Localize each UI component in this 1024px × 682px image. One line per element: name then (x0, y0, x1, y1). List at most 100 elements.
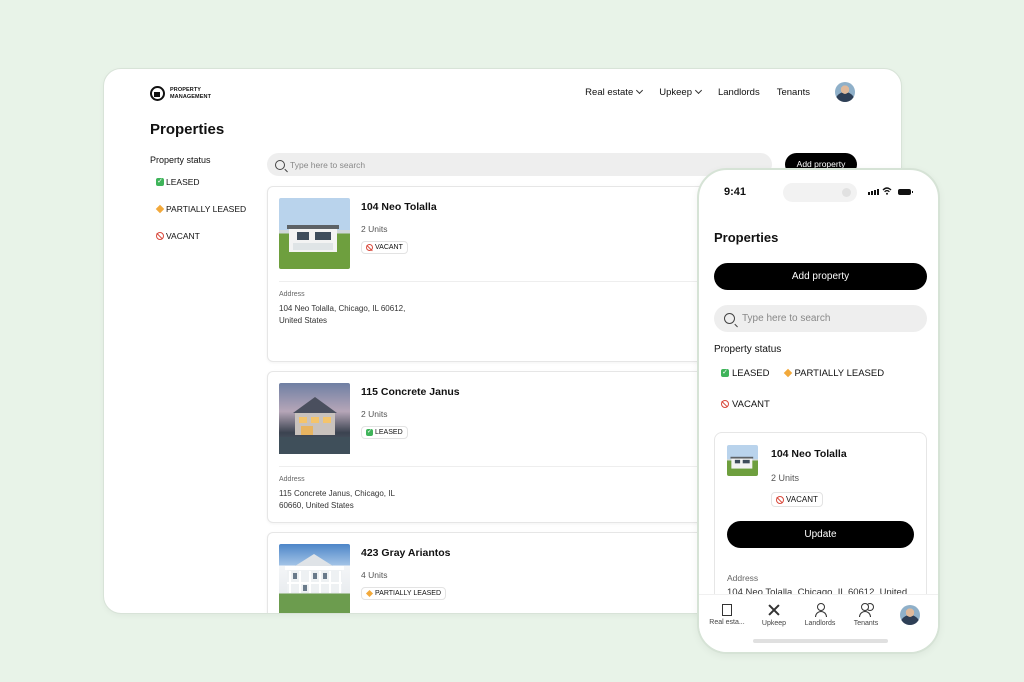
person-icon (813, 603, 827, 617)
search-bar[interactable] (267, 153, 772, 176)
status-badge-label: PARTIALLY LEASED (375, 590, 442, 597)
chevron-down-icon (694, 86, 703, 95)
status-badge: VACANT (771, 492, 823, 507)
nav-tenants-label: Tenants (776, 86, 810, 98)
signal-icon (868, 189, 879, 195)
property-name[interactable]: 104 Neo Tolalla (771, 448, 847, 460)
filter-leased[interactable]: ✓ LEASED (156, 177, 246, 187)
divider (279, 466, 736, 467)
filter-partially-leased[interactable]: PARTIALLY LEASED (155, 204, 247, 214)
tab-landlords[interactable]: Landlords (798, 603, 842, 627)
top-navigation-bar: PROPERTY MANAGEMENT Real estate Upkeep L… (104, 69, 901, 121)
tools-icon (767, 603, 781, 617)
address-label: Address (727, 573, 759, 583)
property-units: 2 Units (771, 473, 800, 483)
property-name[interactable]: 115 Concrete Janus (361, 386, 460, 398)
main-nav: Real estate Upkeep Landlords Tenants (568, 82, 855, 102)
search-input[interactable] (290, 159, 590, 170)
filter-vacant-label: VACANT (732, 398, 770, 410)
nav-landlords[interactable]: Landlords (718, 87, 760, 98)
address-value: 115 Concrete Janus, Chicago, IL 60660, U… (279, 489, 395, 510)
no-entry-icon (366, 244, 373, 251)
property-name[interactable]: 104 Neo Tolalla (361, 201, 437, 213)
nav-upkeep[interactable]: Upkeep (659, 86, 703, 98)
check-icon: ✓ (366, 429, 373, 436)
diamond-icon (155, 204, 165, 214)
filter-vacant[interactable]: VACANT (721, 398, 770, 410)
people-icon (859, 603, 873, 617)
page-title: Properties (150, 121, 225, 138)
filter-leased-label: LEASED (732, 367, 770, 379)
address-label: Address (279, 476, 305, 483)
user-avatar[interactable] (900, 605, 920, 625)
search-icon (724, 313, 735, 324)
tab-upkeep-label: Upkeep (761, 620, 787, 627)
chevron-down-icon (636, 86, 644, 95)
filter-partially-leased-label: PARTIALLY LEASED (794, 367, 885, 379)
nav-real-estate[interactable]: Real estate (585, 86, 644, 98)
building-icon (722, 604, 732, 616)
tab-tenants-label: Tenants (853, 620, 879, 627)
filter-leased[interactable]: ✓ LEASED (721, 367, 770, 379)
filter-vacant-label: VACANT (166, 231, 200, 241)
add-property-button[interactable]: Add property (714, 263, 927, 290)
status-filter-list: ✓ LEASED PARTIALLY LEASED VACANT (721, 367, 931, 410)
property-photo (279, 198, 350, 269)
search-bar[interactable] (714, 305, 927, 332)
property-photo (727, 445, 758, 476)
nav-real-estate-label: Real estate (585, 86, 634, 98)
tab-real-estate[interactable]: Real esta... (705, 603, 749, 626)
check-icon: ✓ (156, 178, 164, 186)
tab-tenants[interactable]: Tenants (844, 603, 888, 627)
filter-partially-leased[interactable]: PARTIALLY LEASED (783, 367, 885, 379)
status-badge-label: VACANT (375, 244, 403, 251)
mobile-phone-frame: 9:41 Properties Add property Property st… (697, 168, 940, 654)
nav-upkeep-label: Upkeep (659, 86, 692, 98)
property-units: 2 Units (361, 409, 388, 419)
no-entry-icon (721, 400, 729, 408)
property-card[interactable]: 423 Gray Ariantos 4 Units PARTIALLY LEAS… (267, 532, 737, 613)
diamond-icon (365, 589, 374, 598)
filter-partially-leased-label: PARTIALLY LEASED (166, 204, 247, 214)
battery-icon (898, 189, 913, 195)
property-photo (279, 383, 350, 454)
home-indicator (753, 639, 888, 643)
status-badge: PARTIALLY LEASED (361, 587, 447, 600)
no-entry-icon (776, 495, 784, 504)
user-avatar[interactable] (835, 82, 855, 102)
logo-icon (150, 86, 165, 101)
tab-upkeep[interactable]: Upkeep (752, 603, 796, 627)
property-card[interactable]: 115 Concrete Janus 2 Units ✓ LEASED Addr… (267, 371, 737, 523)
property-units: 2 Units (361, 224, 388, 234)
logo-line-2: MANAGEMENT (170, 93, 212, 100)
status-badge: ✓ LEASED (361, 426, 408, 439)
bottom-tab-bar: Real esta... Upkeep Landlords Tenants (699, 594, 938, 652)
address-label: Address (279, 291, 305, 298)
tab-landlords-label: Landlords (804, 620, 836, 627)
property-name[interactable]: 423 Gray Ariantos (361, 547, 451, 559)
property-photo (279, 544, 350, 613)
property-card[interactable]: 104 Neo Tolalla 2 Units VACANT Address 1… (267, 186, 737, 362)
property-units: 4 Units (361, 570, 388, 580)
no-entry-icon (156, 232, 164, 240)
status-filter-list: ✓ LEASED PARTIALLY LEASED VACANT (155, 177, 247, 258)
status-badge-label: LEASED (375, 429, 403, 436)
logo[interactable]: PROPERTY MANAGEMENT (150, 86, 211, 101)
check-icon: ✓ (721, 369, 729, 377)
divider (279, 281, 736, 282)
address-value: 104 Neo Tolalla, Chicago, IL 60612, Unit… (279, 304, 406, 325)
status-badge: VACANT (361, 241, 408, 254)
nav-landlords-label: Landlords (717, 86, 760, 98)
tab-real-estate-label: Real esta... (709, 619, 745, 626)
wifi-icon (882, 187, 892, 197)
status-bar-time: 9:41 (724, 186, 747, 198)
status-filter-heading: Property status (714, 344, 782, 355)
page-title: Properties (714, 230, 779, 245)
diamond-icon (783, 368, 792, 378)
update-button[interactable]: Update (727, 521, 914, 548)
filter-vacant[interactable]: VACANT (156, 231, 246, 241)
filter-leased-label: LEASED (166, 177, 200, 187)
nav-tenants[interactable]: Tenants (777, 87, 810, 98)
status-badge-label: VACANT (786, 495, 818, 504)
search-input[interactable] (742, 313, 902, 324)
